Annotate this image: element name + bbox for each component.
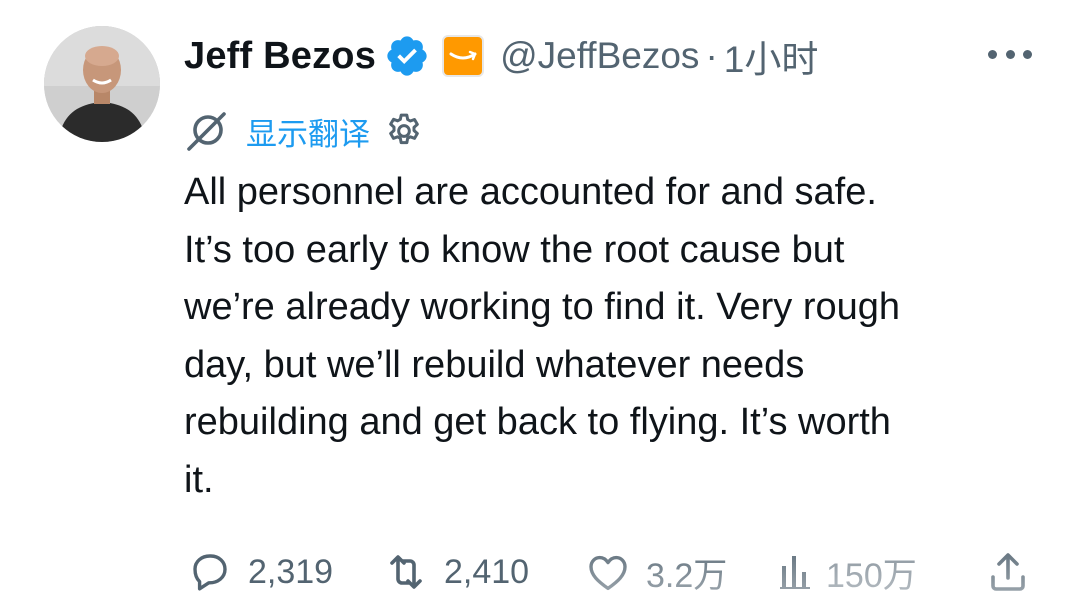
- author-handle[interactable]: @JeffBezos: [500, 35, 699, 77]
- views-icon: [774, 548, 822, 596]
- author-display-name[interactable]: Jeff Bezos: [184, 35, 376, 78]
- reply-button[interactable]: 2,319: [186, 546, 333, 598]
- show-translation-link[interactable]: 显示翻译: [246, 109, 370, 154]
- tweet-timestamp[interactable]: 1小时: [724, 29, 819, 83]
- tweet-text-line: All personnel are accounted for and safe…: [184, 171, 877, 213]
- repost-button[interactable]: 2,410: [382, 546, 529, 598]
- tweet-header: Jeff Bezos @JeffBezos · 1小时: [184, 24, 818, 88]
- translate-row: 显示翻译: [184, 106, 424, 156]
- translate-icon: [184, 108, 230, 154]
- repost-icon: [382, 548, 430, 596]
- share-button[interactable]: [984, 546, 1032, 598]
- more-options-icon[interactable]: [988, 42, 1032, 66]
- repost-count: 2,410: [444, 552, 530, 591]
- heart-icon: [584, 548, 632, 596]
- like-count: 3.2万: [646, 556, 728, 595]
- avatar-photo: [44, 26, 160, 142]
- reply-icon: [186, 548, 234, 596]
- tweet-text: All personnel are accounted for and safe…: [184, 164, 1044, 509]
- amazon-logo-icon[interactable]: [442, 35, 485, 77]
- views-count: 150万: [826, 547, 917, 597]
- reply-count: 2,319: [248, 552, 334, 591]
- views-button[interactable]: 150万: [774, 546, 917, 598]
- tweet-text-line: day, but we’ll rebuild whatever needs: [184, 343, 805, 386]
- tweet-text-line: rebuilding and get back to flying. It’s …: [184, 401, 891, 443]
- tweet-text-line: it.: [184, 458, 214, 501]
- tweet-text-line: we’re already working to find it. Very r…: [184, 286, 901, 328]
- share-icon: [984, 548, 1032, 596]
- avatar[interactable]: [44, 26, 160, 142]
- header-separator: ·: [705, 35, 718, 76]
- tweet-text-line: It’s too early to know the root cause bu…: [184, 228, 845, 271]
- tweet-action-bar: 2,319 2,410 3.2万 150万: [184, 546, 1044, 598]
- verified-badge-icon[interactable]: [384, 33, 430, 79]
- gear-icon[interactable]: [384, 111, 424, 151]
- like-button[interactable]: 3.2万: [584, 546, 727, 598]
